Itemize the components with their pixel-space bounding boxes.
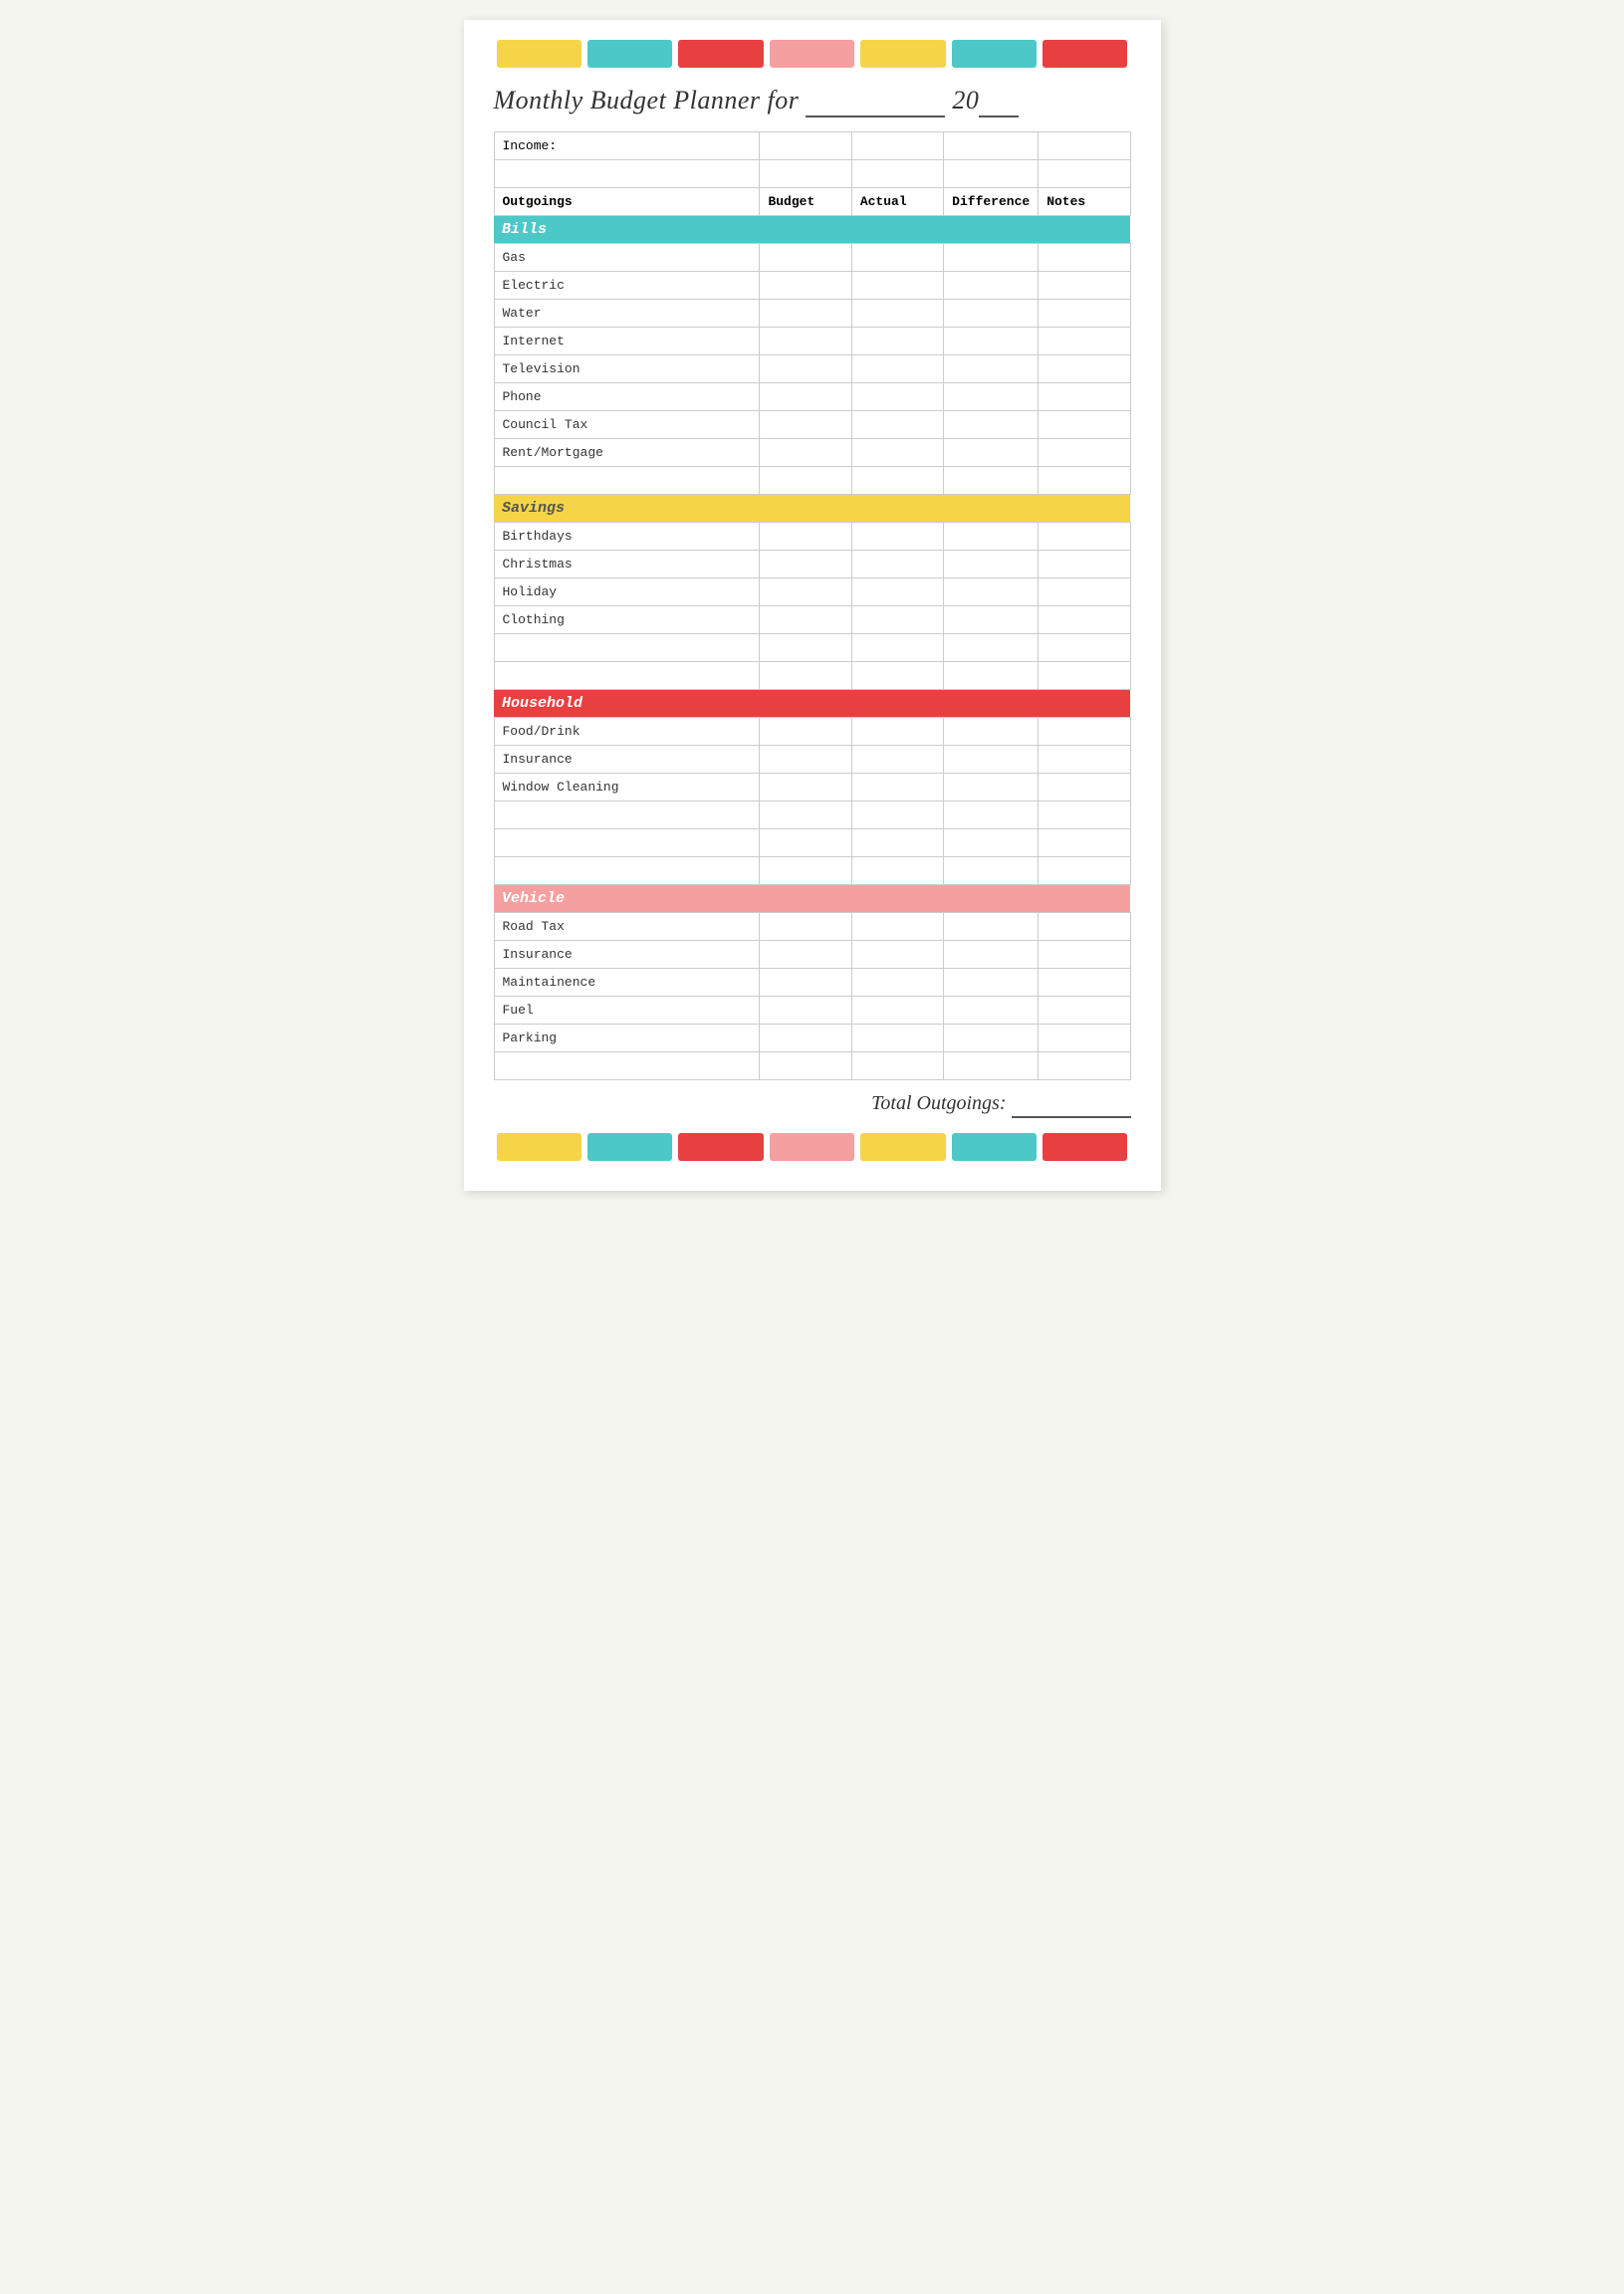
total-outgoings-row: Total Outgoings: (494, 1092, 1131, 1115)
total-label: Total Outgoings: (871, 1092, 1006, 1115)
list-item: Parking (494, 1025, 1130, 1052)
bot-bar-red-2 (1043, 1133, 1127, 1161)
list-item: Christmas (494, 551, 1130, 578)
category-household: Household (494, 690, 1130, 718)
list-item: Phone (494, 383, 1130, 411)
bot-bar-yellow-2 (860, 1133, 945, 1161)
income-notes (1039, 132, 1130, 160)
vehicle-label: Vehicle (494, 885, 1130, 913)
bot-bar-teal-2 (952, 1133, 1037, 1161)
title-year-prefix: 20 (952, 86, 979, 115)
list-item: Rent/Mortgage (494, 439, 1130, 467)
title-name-line (806, 86, 945, 117)
bot-bar-teal-1 (587, 1133, 672, 1161)
list-item: Insurance (494, 746, 1130, 774)
bar-yellow-1 (497, 40, 581, 68)
spacer-savings-2 (494, 662, 1130, 690)
bot-bar-yellow-1 (497, 1133, 581, 1161)
col-notes: Notes (1039, 188, 1130, 216)
income-difference (944, 132, 1039, 160)
total-line (1012, 1093, 1131, 1118)
category-savings: Savings (494, 495, 1130, 523)
col-actual: Actual (851, 188, 943, 216)
household-label: Household (494, 690, 1130, 718)
bar-yellow-2 (860, 40, 945, 68)
list-item: Gas (494, 244, 1130, 272)
col-difference: Difference (944, 188, 1039, 216)
spacer-row-1 (494, 160, 1130, 188)
bar-teal-1 (587, 40, 672, 68)
list-item: Council Tax (494, 411, 1130, 439)
bar-teal-2 (952, 40, 1037, 68)
col-outgoings: Outgoings (494, 188, 760, 216)
list-item: Electric (494, 272, 1130, 300)
budget-table: Income: Outgoings Budget Actual Differen… (494, 131, 1131, 1080)
page: Monthly Budget Planner for 20 Income: (464, 20, 1161, 1191)
col-budget: Budget (760, 188, 851, 216)
spacer-savings-1 (494, 634, 1130, 662)
category-vehicle: Vehicle (494, 885, 1130, 913)
income-actual (851, 132, 943, 160)
bot-bar-red-1 (678, 1133, 763, 1161)
page-title: Monthly Budget Planner for 20 (494, 86, 1131, 115)
income-budget (760, 132, 851, 160)
list-item: Television (494, 355, 1130, 383)
category-bills: Bills (494, 216, 1130, 244)
spacer-household-1 (494, 802, 1130, 829)
title-text: Monthly Budget Planner for (494, 86, 800, 115)
color-bars-top (494, 40, 1131, 68)
color-bars-bottom (494, 1133, 1131, 1161)
spacer-household-3 (494, 857, 1130, 885)
spacer-vehicle-1 (494, 1052, 1130, 1080)
list-item: Window Cleaning (494, 774, 1130, 802)
bills-label: Bills (494, 216, 1130, 244)
list-item: Road Tax (494, 913, 1130, 941)
column-headers: Outgoings Budget Actual Difference Notes (494, 188, 1130, 216)
savings-label: Savings (494, 495, 1130, 523)
income-row: Income: (494, 132, 1130, 160)
list-item: Insurance (494, 941, 1130, 969)
list-item: Internet (494, 328, 1130, 355)
list-item: Holiday (494, 578, 1130, 606)
list-item: Maintainence (494, 969, 1130, 997)
list-item: Clothing (494, 606, 1130, 634)
list-item: Food/Drink (494, 718, 1130, 746)
list-item: Birthdays (494, 523, 1130, 551)
title-year-line (979, 86, 1019, 117)
spacer-after-bills (494, 467, 1130, 495)
bot-bar-pink-1 (770, 1133, 854, 1161)
bar-red-1 (678, 40, 763, 68)
list-item: Water (494, 300, 1130, 328)
list-item: Fuel (494, 997, 1130, 1025)
income-label: Income: (494, 132, 760, 160)
bar-pink-1 (770, 40, 854, 68)
spacer-household-2 (494, 829, 1130, 857)
bar-red-2 (1043, 40, 1127, 68)
